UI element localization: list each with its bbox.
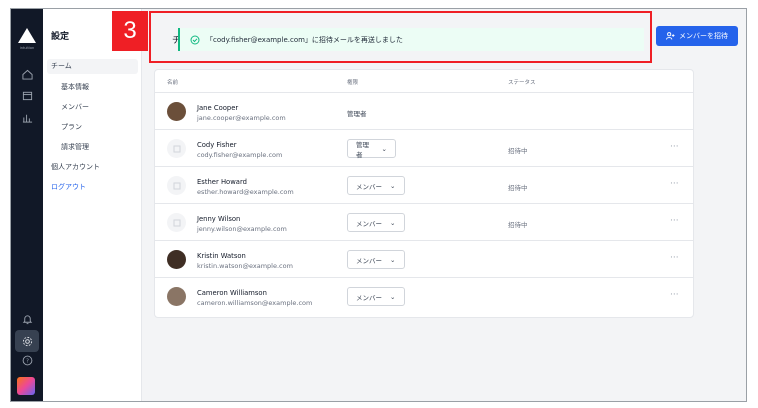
app-logo[interactable]: intuition xyxy=(17,27,37,50)
table-row: Kristin Watson kristin.watson@example.co… xyxy=(155,241,693,278)
role-select[interactable]: メンバー ⌄ xyxy=(347,213,405,232)
sidebar-item-logout[interactable]: ログアウト xyxy=(47,180,138,195)
add-user-icon xyxy=(666,32,675,40)
annotation-highlight-box xyxy=(149,11,652,63)
user-placeholder-icon xyxy=(173,145,180,152)
column-header-name: 名前 xyxy=(167,80,179,86)
member-email: cody.fisher@example.com xyxy=(197,151,283,159)
avatar xyxy=(167,102,186,121)
avatar xyxy=(167,176,186,195)
member-role: 管理者 xyxy=(347,110,367,118)
more-actions-icon[interactable]: ··· xyxy=(670,290,679,300)
table-row: Jenny Wilson jenny.wilson@example.com メン… xyxy=(155,204,693,241)
role-select[interactable]: メンバー ⌄ xyxy=(347,250,405,269)
avatar xyxy=(167,213,186,232)
more-actions-icon[interactable]: ··· xyxy=(670,179,679,189)
role-select-value: メンバー xyxy=(356,219,382,228)
member-email: jenny.wilson@example.com xyxy=(197,225,287,233)
settings-sidebar: 設定 チーム 基本情報 メンバー プラン 請求管理 個人アカウント ログアウト xyxy=(43,9,142,401)
settings-icon[interactable] xyxy=(15,330,39,352)
step-number-badge: 3 xyxy=(112,11,148,51)
sidebar-item-basic-info[interactable]: 基本情報 xyxy=(47,80,138,95)
sidebar-title: 設定 xyxy=(51,32,70,42)
member-email: cameron.williamson@example.com xyxy=(197,299,313,307)
member-status: 招待中 xyxy=(508,184,528,192)
member-email: esther.howard@example.com xyxy=(197,188,294,196)
bell-icon[interactable] xyxy=(20,312,34,326)
table-header: 名前 権限 ステータス xyxy=(155,70,693,93)
sidebar-item-plan[interactable]: プラン xyxy=(47,120,138,135)
table-row: Esther Howard esther.howard@example.com … xyxy=(155,167,693,204)
svg-text:?: ? xyxy=(26,358,29,364)
member-name: Jane Cooper xyxy=(197,104,239,112)
table-row: Cody Fisher cody.fisher@example.com 管理者 … xyxy=(155,130,693,167)
logo-text: intuition xyxy=(19,46,35,50)
member-name: Esther Howard xyxy=(197,178,247,186)
member-status: 招待中 xyxy=(508,221,528,229)
member-status: 招待中 xyxy=(508,147,528,155)
more-actions-icon[interactable]: ··· xyxy=(670,253,679,263)
chart-icon[interactable] xyxy=(20,110,34,124)
chevron-down-icon: ⌄ xyxy=(390,181,396,190)
avatar xyxy=(167,287,186,306)
role-select[interactable]: メンバー ⌄ xyxy=(347,176,405,195)
home-icon[interactable] xyxy=(20,67,34,81)
member-email: jane.cooper@example.com xyxy=(197,114,286,122)
member-name: Cody Fisher xyxy=(197,141,237,149)
member-email: kristin.watson@example.com xyxy=(197,262,293,270)
avatar xyxy=(167,139,186,158)
column-header-status: ステータス xyxy=(508,80,536,86)
table-row: Cameron Williamson cameron.williamson@ex… xyxy=(155,278,693,315)
more-actions-icon[interactable]: ··· xyxy=(670,142,679,152)
member-name: Cameron Williamson xyxy=(197,289,267,297)
more-actions-icon[interactable]: ··· xyxy=(670,216,679,226)
table-row: Jane Cooper jane.cooper@example.com 管理者 xyxy=(155,93,693,130)
chevron-down-icon: ⌄ xyxy=(381,144,387,153)
invite-member-button[interactable]: メンバーを招待 xyxy=(656,26,738,46)
role-select-value: メンバー xyxy=(356,182,382,191)
member-name: Jenny Wilson xyxy=(197,215,241,223)
sidebar-item-members[interactable]: メンバー xyxy=(47,100,138,115)
help-icon[interactable]: ? xyxy=(20,353,34,367)
icon-rail: intuition ? xyxy=(11,9,43,401)
role-select-value: 管理者 xyxy=(356,140,369,159)
chevron-down-icon: ⌄ xyxy=(390,218,396,227)
invite-member-label: メンバーを招待 xyxy=(679,32,728,40)
user-placeholder-icon xyxy=(173,182,180,189)
user-placeholder-icon xyxy=(173,219,180,226)
role-select-value: メンバー xyxy=(356,293,382,302)
chevron-down-icon: ⌄ xyxy=(390,292,396,301)
sidebar-item-team[interactable]: チーム xyxy=(47,59,138,74)
member-name: Kristin Watson xyxy=(197,252,246,260)
column-header-role: 権限 xyxy=(347,80,359,86)
sidebar-item-personal-account[interactable]: 個人アカウント xyxy=(47,160,138,175)
sidebar-item-billing[interactable]: 請求管理 xyxy=(47,140,138,155)
role-select[interactable]: 管理者 ⌄ xyxy=(347,139,396,159)
workspace-avatar[interactable] xyxy=(17,377,35,395)
role-select[interactable]: メンバー ⌄ xyxy=(347,287,405,306)
app-window: intuition ? 設定 チーム 基本情報 メンバー プラン 請求管理 個人… xyxy=(10,8,747,402)
calendar-icon[interactable] xyxy=(20,88,34,102)
members-table: 名前 権限 ステータス Jane Cooper jane.cooper@exam… xyxy=(154,69,694,318)
avatar xyxy=(167,250,186,269)
role-select-value: メンバー xyxy=(356,256,382,265)
chevron-down-icon: ⌄ xyxy=(390,255,396,264)
